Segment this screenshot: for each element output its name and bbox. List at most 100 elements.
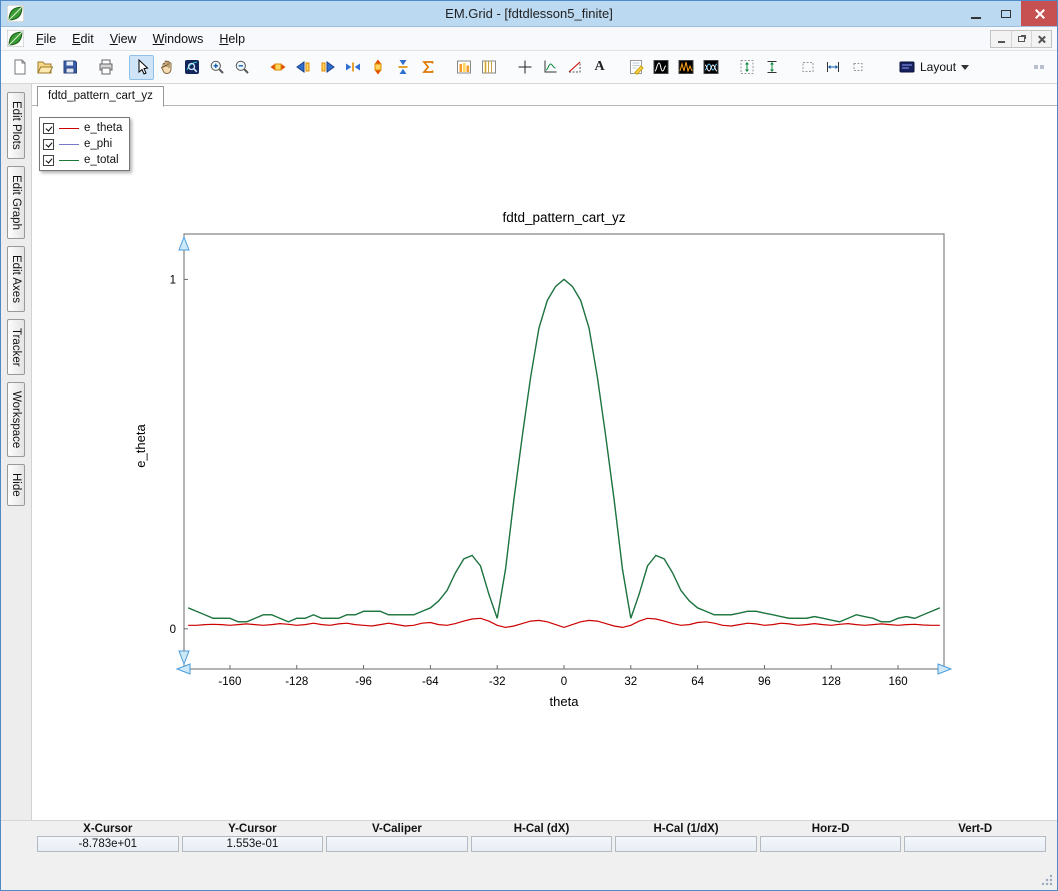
horizontal-caliper-button[interactable]	[820, 55, 845, 80]
zoom-in-button[interactable]	[204, 55, 229, 80]
compress-y-button[interactable]	[390, 55, 415, 80]
autoscale-button[interactable]	[415, 55, 440, 80]
menu-help[interactable]: Help	[211, 29, 253, 49]
crosshair-button[interactable]	[512, 55, 537, 80]
annotate-button[interactable]	[623, 55, 648, 80]
legend-checkbox[interactable]	[43, 154, 54, 166]
sidebar-tab-tracker[interactable]: Tracker	[7, 318, 25, 376]
vertical-caliper-icon	[740, 60, 753, 74]
fft-button[interactable]	[648, 55, 673, 80]
sidebar-tab-workspace[interactable]: Workspace	[7, 382, 25, 458]
scroll-right-button[interactable]	[315, 55, 340, 80]
spectrum-icon	[678, 60, 693, 74]
dashed-box-small-icon	[853, 63, 862, 71]
histogram-icon	[456, 60, 471, 74]
axes-button[interactable]	[537, 55, 562, 80]
menu-windows[interactable]: Windows	[145, 29, 212, 49]
fft-waveform-icon	[653, 60, 668, 74]
vertical-caliper-button[interactable]	[734, 55, 759, 80]
legend-item[interactable]: e_phi	[43, 136, 122, 152]
readout-value: -8.783e+01	[37, 836, 179, 852]
legend-item[interactable]: e_total	[43, 152, 122, 168]
menu-file[interactable]: File	[28, 29, 64, 49]
layout-label: Layout	[920, 60, 957, 74]
open-file-button[interactable]	[32, 55, 57, 80]
svg-text:-128: -128	[285, 676, 308, 688]
status-strip	[1, 854, 1057, 890]
mdi-minimize-icon	[997, 41, 1005, 43]
mdi-restore-icon	[1018, 36, 1025, 42]
minimize-button[interactable]	[961, 1, 991, 26]
sidebar-tab-hide[interactable]: Hide	[7, 464, 25, 507]
new-file-button[interactable]	[7, 55, 32, 80]
resize-grip[interactable]	[1040, 873, 1054, 887]
scroll-left-button[interactable]	[290, 55, 315, 80]
waveforms-button[interactable]	[698, 55, 723, 80]
slope-icon	[568, 61, 580, 73]
axes-icon	[544, 60, 556, 73]
readout-header: Horz-D	[811, 823, 850, 835]
legend-items: e_theta e_phi e_total	[43, 120, 122, 168]
app-window: EM.Grid - [fdtdlesson5_finite] File Edit V…	[0, 0, 1058, 891]
select-tool-button[interactable]	[129, 54, 154, 80]
spectrum-button[interactable]	[673, 55, 698, 80]
hand-icon	[160, 60, 171, 74]
vertical-markers-button[interactable]	[759, 55, 784, 80]
maximize-button[interactable]	[991, 1, 1021, 26]
sidebar-tab-edit-plots[interactable]: Edit Plots	[7, 92, 25, 159]
print-button[interactable]	[93, 55, 118, 80]
mdi-close-button[interactable]	[1031, 31, 1051, 47]
horizontal-box-left-button[interactable]	[795, 55, 820, 80]
zoom-out-button[interactable]	[229, 55, 254, 80]
legend-line-sample	[59, 143, 79, 145]
readout-value	[759, 836, 902, 852]
mdi-restore-button[interactable]	[1011, 31, 1031, 47]
legend-item[interactable]: e_theta	[43, 120, 122, 136]
chart-area[interactable]: e_theta e_phi e_total fdtd_pattern_cart_yz…	[32, 106, 1057, 820]
svg-text:-96: -96	[355, 676, 372, 688]
dashed-box-icon	[802, 62, 813, 72]
zoom-window-button[interactable]	[179, 55, 204, 80]
plot-svg[interactable]: -160 -128 -96 -64 -32 0 32 64 96 128 160 0 1	[150, 224, 960, 694]
text-annotation-button[interactable]: A	[587, 55, 612, 80]
mdi-minimize-button[interactable]	[991, 31, 1011, 47]
legend-checkbox[interactable]	[43, 122, 54, 134]
close-button[interactable]	[1021, 1, 1057, 26]
fit-width-button[interactable]	[265, 55, 290, 80]
annotate-page-icon	[629, 60, 644, 75]
autoscale-sigma-icon	[421, 61, 433, 73]
readout-headers: X-Cursor Y-Cursor V-Caliper H-Cal (dX) H-Cal…	[37, 821, 1046, 836]
svg-text:0: 0	[561, 676, 567, 688]
toolbar-overflow-button[interactable]	[1026, 55, 1051, 80]
menu-view[interactable]: View	[102, 29, 145, 49]
compress-x-button[interactable]	[340, 55, 365, 80]
horizontal-box-right-button[interactable]	[845, 55, 870, 80]
readout-header: X-Cursor	[83, 823, 133, 835]
document-logo-icon	[7, 30, 24, 47]
menu-edit[interactable]: Edit	[64, 29, 102, 49]
app-logo-icon	[7, 5, 24, 22]
cursor-readout-bar: X-Cursor Y-Cursor V-Caliper H-Cal (dX) H-Cal…	[1, 820, 1057, 854]
slope-button[interactable]	[562, 55, 587, 80]
columns-icon	[481, 60, 496, 74]
sidebar-tab-edit-graph[interactable]: Edit Graph	[7, 165, 25, 239]
legend-line-sample	[59, 127, 79, 129]
legend-checkbox[interactable]	[43, 138, 54, 150]
readout-header: H-Cal (dX)	[513, 823, 570, 835]
pan-tool-button[interactable]	[154, 55, 179, 80]
svg-text:96: 96	[758, 676, 771, 688]
layout-dropdown[interactable]: Layout	[892, 56, 976, 78]
readout-value	[904, 836, 1046, 852]
y-axis-label: e_theta	[133, 424, 148, 468]
histogram-button[interactable]	[451, 55, 476, 80]
mdi-close-icon	[1038, 35, 1046, 43]
readout-value	[326, 836, 468, 852]
readout-header: Y-Cursor	[228, 823, 277, 835]
document-tab[interactable]: fdtd_pattern_cart_yz	[37, 86, 164, 107]
zoom-window-icon	[184, 60, 199, 74]
sidebar-tab-edit-axes[interactable]: Edit Axes	[7, 245, 25, 312]
menu-items: File Edit View Windows Help	[28, 29, 253, 49]
columns-button[interactable]	[476, 55, 501, 80]
save-button[interactable]	[57, 55, 82, 80]
fit-height-button[interactable]	[365, 55, 390, 80]
